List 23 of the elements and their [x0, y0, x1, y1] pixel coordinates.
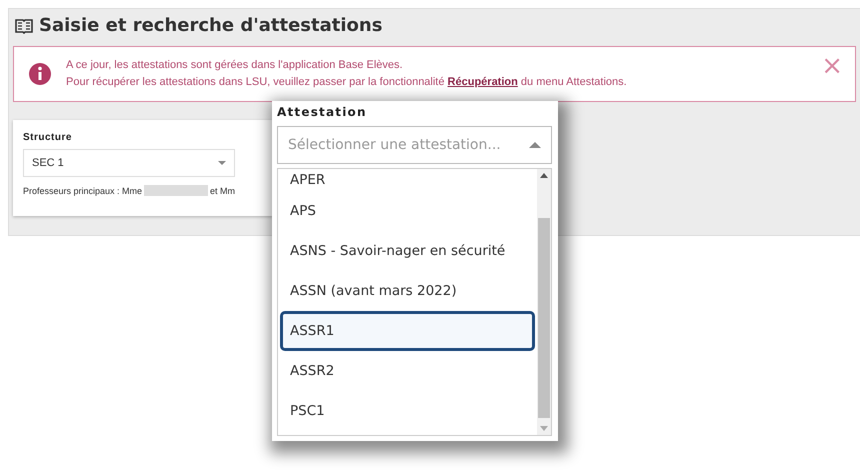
- dropdown-option[interactable]: ASSR2: [278, 351, 537, 391]
- scrollbar[interactable]: [537, 169, 551, 435]
- book-icon: [15, 18, 33, 34]
- page-title: Saisie et recherche d'attestations: [39, 15, 382, 36]
- info-icon: [28, 62, 52, 86]
- caret-icon: [529, 142, 541, 148]
- redacted-name: [144, 185, 208, 196]
- alert-message: A ce jour, les attestations sont gérées dans l'application Base Elèves.: [66, 58, 404, 73]
- dropdown-option[interactable]: ASNS - Savoir-nager en sécurité: [278, 231, 537, 271]
- dropdown-option[interactable]: ASSR1: [280, 311, 535, 351]
- teachers-text: et Mm: [210, 186, 236, 196]
- teachers-text: Professeurs principaux : Mme: [23, 186, 142, 196]
- scroll-down-icon[interactable]: [540, 426, 548, 431]
- dropdown-option[interactable]: APS: [278, 191, 537, 231]
- field-label: Attestation: [277, 105, 368, 121]
- structure-select[interactable]: SEC 1: [23, 149, 235, 177]
- caret-icon: [218, 161, 226, 165]
- dropdown-option[interactable]: ASSN (avant mars 2022): [278, 271, 537, 311]
- field-label: Structure: [23, 132, 73, 143]
- scroll-up-icon[interactable]: [540, 173, 548, 178]
- alert-message: Pour récupérer les attestations dans LSU, veuillez passer par la fonctionnalité Récupération du menu Attestations.: [66, 75, 627, 90]
- dropdown-option[interactable]: PSC1: [278, 391, 537, 431]
- dropdown-option[interactable]: APER: [278, 169, 537, 191]
